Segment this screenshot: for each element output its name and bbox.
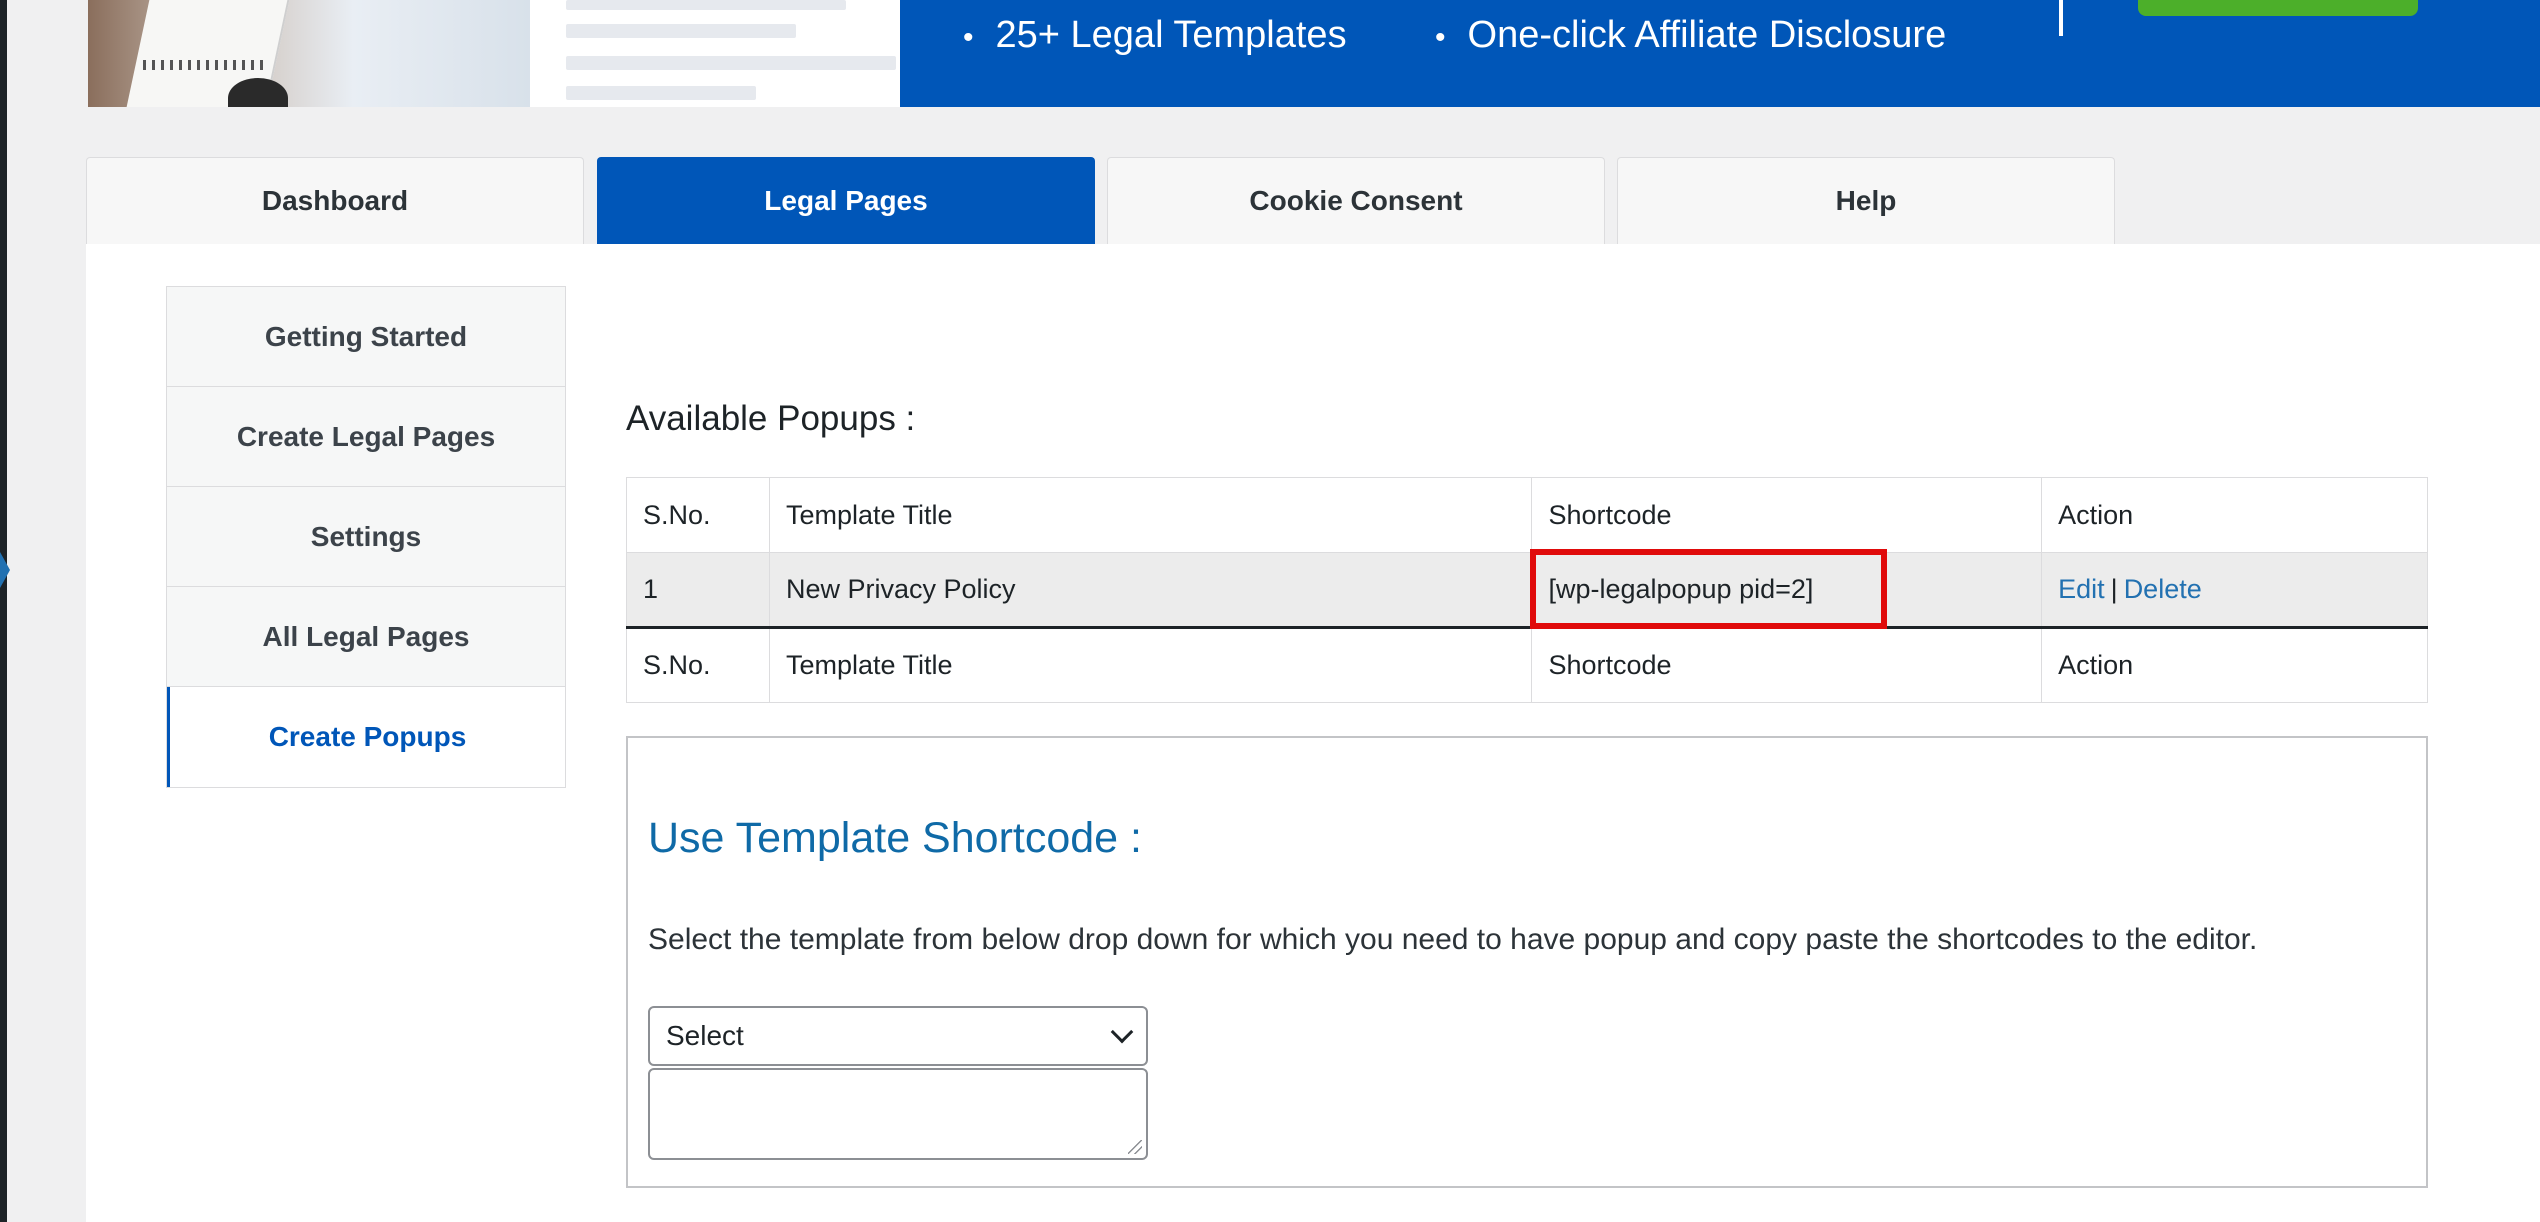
edit-link[interactable]: Edit <box>2058 574 2105 604</box>
resize-handle-icon[interactable] <box>1128 1140 1142 1154</box>
main-panel: Getting Started Create Legal Pages Setti… <box>86 244 2540 1222</box>
available-popups-heading: Available Popups : <box>626 399 916 438</box>
action-separator: | <box>2110 574 2118 604</box>
use-template-shortcode-heading: Use Template Shortcode : <box>648 814 1142 862</box>
promo-banner[interactable]: • 25+ Legal Templates • One-click Affiliat… <box>88 0 2540 107</box>
admin-menu-edge <box>0 0 7 1222</box>
template-select[interactable]: Select <box>648 1006 1148 1066</box>
delete-link[interactable]: Delete <box>2124 574 2202 604</box>
sidebar-item-create-popups[interactable]: Create Popups <box>167 687 565 787</box>
cell-template-title: New Privacy Policy <box>768 552 1533 629</box>
cell-sno: 1 <box>626 552 770 629</box>
column-header-sno: S.No. <box>626 477 770 553</box>
sidebar-item-create-legal-pages[interactable]: Create Legal Pages <box>167 387 565 487</box>
pen-image <box>228 78 288 107</box>
bullet-icon: • <box>963 21 974 54</box>
banner-photo <box>88 0 530 107</box>
sidebar-item-getting-started[interactable]: Getting Started <box>167 287 565 387</box>
sidebar-item-all-legal-pages[interactable]: All Legal Pages <box>167 587 565 687</box>
tab-legal-pages[interactable]: Legal Pages <box>597 157 1095 244</box>
banner-screen-mockup <box>530 0 900 107</box>
banner-feature: • 25+ Legal Templates <box>963 10 1347 60</box>
bullet-icon: • <box>1435 21 1446 54</box>
banner-divider <box>2059 0 2063 36</box>
table-row: 1 New Privacy Policy [wp-legalpopup pid=… <box>626 552 2428 629</box>
sidebar-item-settings[interactable]: Settings <box>167 487 565 587</box>
template-select-value: Select <box>666 1020 744 1051</box>
template-shortcode-box: Use Template Shortcode : Select the temp… <box>626 736 2428 1188</box>
popups-table: S.No. Template Title Shortcode Action 1 … <box>626 477 2428 703</box>
banner-feature-label: One-click Affiliate Disclosure <box>1467 14 1947 56</box>
column-header-action: Action <box>2041 477 2428 553</box>
cell-action: Edit | Delete <box>2041 552 2428 629</box>
shortcode-output-textarea[interactable] <box>648 1068 1148 1160</box>
shortcode-instructions: Select the template from below drop down… <box>648 923 2258 956</box>
table-footer-row: S.No. Template Title Shortcode Action <box>626 627 2428 703</box>
cell-shortcode[interactable]: [wp-legalpopup pid=2] <box>1531 552 2043 629</box>
banner-feature-label: 25+ Legal Templates <box>995 14 1347 56</box>
admin-menu-current-indicator <box>0 552 10 588</box>
column-footer-template-title: Template Title <box>768 627 1533 703</box>
column-footer-shortcode: Shortcode <box>1531 627 2043 703</box>
banner-cta-button[interactable] <box>2138 0 2418 16</box>
sidebar-nav: Getting Started Create Legal Pages Setti… <box>166 286 566 788</box>
column-header-shortcode: Shortcode <box>1531 477 2043 553</box>
table-header-row: S.No. Template Title Shortcode Action <box>626 477 2428 553</box>
column-footer-action: Action <box>2041 627 2428 703</box>
banner-feature: • One-click Affiliate Disclosure <box>1435 10 1946 60</box>
tab-help[interactable]: Help <box>1617 157 2115 244</box>
chevron-down-icon <box>1110 1020 1134 1044</box>
column-footer-sno: S.No. <box>626 627 770 703</box>
tab-dashboard[interactable]: Dashboard <box>86 157 584 244</box>
notebook-rings <box>143 60 263 70</box>
column-header-template-title: Template Title <box>768 477 1533 553</box>
tab-cookie-consent[interactable]: Cookie Consent <box>1107 157 1605 244</box>
